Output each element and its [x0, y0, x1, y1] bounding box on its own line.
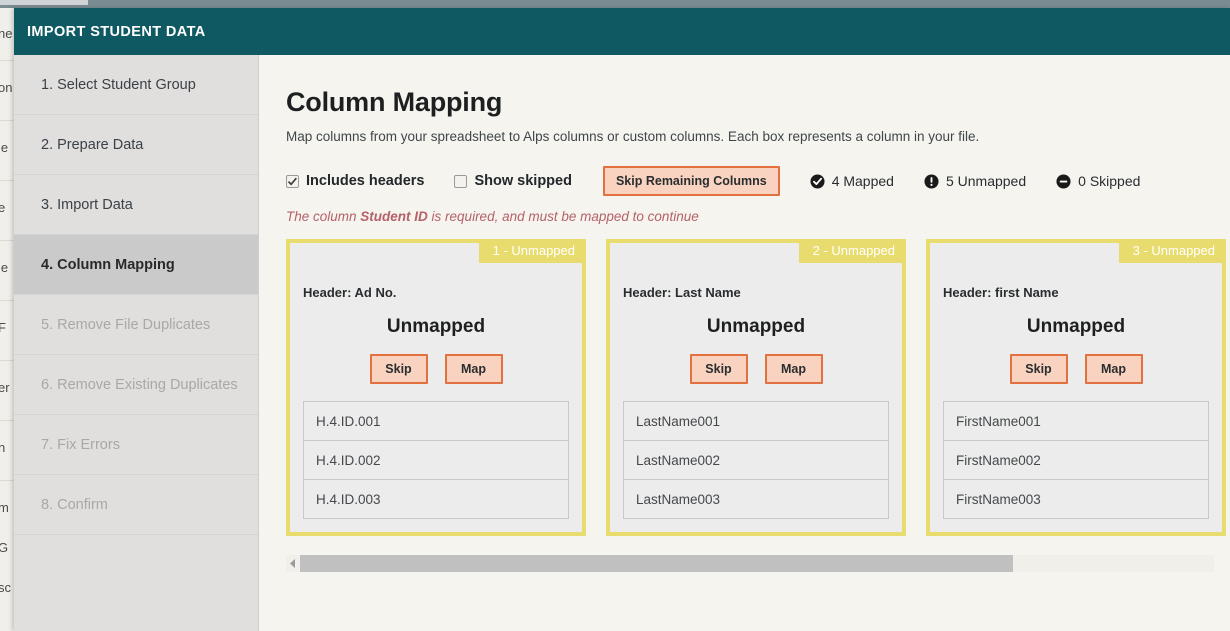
- modal-body: 1. Select Student Group 2. Prepare Data …: [14, 55, 1230, 631]
- sidebar-step-label: 7. Fix Errors: [41, 436, 120, 453]
- column-card-status: Unmapped: [1026, 316, 1126, 337]
- skip-remaining-columns-button[interactable]: Skip Remaining Columns: [602, 165, 780, 197]
- sidebar-step-remove-existing-duplicates: 6. Remove Existing Duplicates: [14, 355, 258, 415]
- modal-titlebar: IMPORT STUDENT DATA: [14, 8, 1230, 55]
- column-card-status: Unmapped: [386, 316, 486, 337]
- stat-mapped-label: 4 Mapped: [831, 173, 894, 189]
- column-sample-row: H.4.ID.003: [304, 480, 568, 520]
- column-sample-row: FirstName002: [944, 441, 1208, 481]
- column-sample-row: FirstName001: [944, 402, 1208, 442]
- warning-prefix: The column: [286, 209, 361, 224]
- page-title: Column Mapping: [286, 87, 503, 117]
- column-map-button[interactable]: Map: [764, 354, 823, 385]
- sidebar-filler: [14, 535, 258, 631]
- column-sample-row: FirstName003: [944, 480, 1208, 520]
- sidebar-step-label: 8. Confirm: [41, 496, 108, 513]
- sidebar-step-confirm: 8. Confirm: [14, 475, 258, 535]
- columns-horizontal-scrollbar[interactable]: [286, 555, 1214, 572]
- column-card-actions: Skip Map: [623, 354, 889, 385]
- stat-unmapped-label: 5 Unmapped: [945, 173, 1027, 189]
- minus-circle-icon: [1056, 173, 1071, 189]
- column-card-actions: Skip Map: [943, 354, 1209, 385]
- column-card[interactable]: 1 - Unmapped Header: Ad No. Unmapped Ski…: [286, 239, 586, 536]
- checkbox-unchecked-icon: [454, 174, 468, 188]
- column-sample-row: H.4.ID.002: [304, 441, 568, 481]
- check-circle-icon: [810, 173, 825, 189]
- sidebar-step-select-student-group[interactable]: 1. Select Student Group: [14, 55, 258, 115]
- column-sample-list: LastName001 LastName002 LastName003: [623, 401, 889, 520]
- includes-headers-label: Includes headers: [306, 173, 425, 189]
- column-card[interactable]: 2 - Unmapped Header: Last Name Unmapped …: [606, 239, 906, 536]
- stat-skipped: 0 Skipped: [1056, 173, 1140, 189]
- sidebar-step-label: 1. Select Student Group: [41, 76, 196, 93]
- column-sample-row: LastName001: [624, 402, 888, 442]
- column-card-badge: 2 - Unmapped: [798, 239, 906, 263]
- sidebar-step-prepare-data[interactable]: 2. Prepare Data: [14, 115, 258, 175]
- column-sample-list: H.4.ID.001 H.4.ID.002 H.4.ID.003: [303, 401, 569, 520]
- column-sample-list: FirstName001 FirstName002 FirstName003: [943, 401, 1209, 520]
- column-card-header-label: Header: Last Name: [623, 285, 741, 300]
- sidebar-step-import-data[interactable]: 3. Import Data: [14, 175, 258, 235]
- column-cards-row: 1 - Unmapped Header: Ad No. Unmapped Ski…: [286, 239, 1230, 539]
- stat-skipped-label: 0 Skipped: [1078, 173, 1141, 189]
- modal-title: IMPORT STUDENT DATA: [27, 23, 206, 40]
- column-card-actions: Skip Map: [303, 354, 569, 385]
- stat-unmapped: 5 Unmapped: [924, 173, 1026, 189]
- wizard-step-sidebar: 1. Select Student Group 2. Prepare Data …: [14, 55, 259, 631]
- sidebar-step-label: 5. Remove File Duplicates: [41, 316, 211, 333]
- backdrop-topbar-left-segment: [0, 0, 88, 5]
- column-sample-row: LastName002: [624, 441, 888, 481]
- column-skip-button[interactable]: Skip: [1009, 354, 1068, 385]
- show-skipped-label: Show skipped: [474, 173, 572, 189]
- stat-mapped: 4 Mapped: [810, 173, 894, 189]
- column-card-badge: 1 - Unmapped: [478, 239, 586, 263]
- sidebar-step-label: 6. Remove Existing Duplicates: [41, 376, 238, 393]
- sidebar-step-remove-file-duplicates: 5. Remove File Duplicates: [14, 295, 258, 355]
- backdrop-topbar: [0, 0, 1230, 8]
- column-map-button[interactable]: Map: [444, 354, 503, 385]
- warning-suffix: is required, and must be mapped to conti…: [427, 209, 699, 224]
- checkbox-checked-icon: [286, 174, 299, 188]
- column-card-header-label: Header: Ad No.: [303, 285, 397, 300]
- sidebar-step-column-mapping[interactable]: 4. Column Mapping: [14, 235, 258, 295]
- exclamation-circle-icon: [924, 173, 939, 189]
- column-card[interactable]: 3 - Unmapped Header: first Name Unmapped…: [926, 239, 1226, 536]
- backdrop-left-column: ne on le e le F er n m G sc: [0, 8, 14, 631]
- main-content: Column Mapping Map columns from your spr…: [259, 55, 1230, 631]
- column-cards-viewport: 1 - Unmapped Header: Ad No. Unmapped Ski…: [286, 239, 1230, 539]
- includes-headers-checkbox[interactable]: Includes headers: [286, 173, 424, 189]
- sidebar-step-fix-errors: 7. Fix Errors: [14, 415, 258, 475]
- sidebar-step-label: 2. Prepare Data: [41, 136, 144, 153]
- column-skip-button[interactable]: Skip: [369, 354, 428, 385]
- page-description: Map columns from your spreadsheet to Alp…: [286, 129, 980, 144]
- show-skipped-checkbox[interactable]: Show skipped: [454, 173, 572, 189]
- column-card-header-label: Header: first Name: [943, 285, 1059, 300]
- warning-column-name: Student ID: [360, 209, 428, 224]
- sidebar-step-label: 3. Import Data: [41, 196, 133, 213]
- column-map-button[interactable]: Map: [1084, 354, 1143, 385]
- scrollbar-thumb[interactable]: [300, 555, 1013, 572]
- column-sample-row: LastName003: [624, 480, 888, 520]
- mapping-toolbar: Includes headers Show skipped Skip Remai…: [286, 165, 1230, 197]
- column-card-status: Unmapped: [706, 316, 806, 337]
- column-card-badge: 3 - Unmapped: [1118, 239, 1226, 263]
- scroll-left-arrow-icon[interactable]: [286, 555, 300, 572]
- column-sample-row: H.4.ID.001: [304, 402, 568, 442]
- scrollbar-track[interactable]: [300, 555, 1214, 572]
- column-skip-button[interactable]: Skip: [689, 354, 748, 385]
- required-column-warning: The column Student ID is required, and m…: [286, 209, 1230, 224]
- import-student-data-modal: IMPORT STUDENT DATA 1. Select Student Gr…: [14, 8, 1230, 631]
- sidebar-step-label: 4. Column Mapping: [41, 256, 175, 273]
